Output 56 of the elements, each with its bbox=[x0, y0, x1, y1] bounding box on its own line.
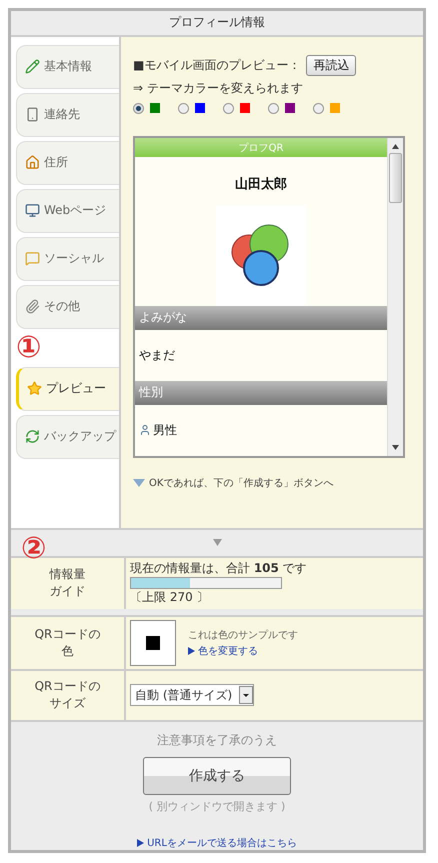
limit-text: 〔上限 270 〕 bbox=[130, 589, 210, 606]
field-label: QRコードの bbox=[34, 626, 100, 643]
triangle-icon bbox=[137, 839, 144, 847]
down-triangle-icon bbox=[133, 478, 145, 487]
sidebar-tab[interactable]: 基本情報 bbox=[16, 44, 119, 89]
sidebar-tab[interactable]: ソーシャル bbox=[16, 236, 119, 281]
sidebar-tab[interactable]: 連絡先 bbox=[16, 92, 119, 137]
person-icon bbox=[139, 424, 151, 436]
radio-button[interactable] bbox=[268, 102, 279, 114]
preview-heading: ■モバイル画面のプレビュー： bbox=[133, 56, 300, 74]
pencil-icon bbox=[25, 59, 40, 74]
preview-header: プロフQR bbox=[135, 138, 387, 158]
sidebar-tab[interactable]: その他 bbox=[16, 284, 119, 329]
monitor-icon bbox=[25, 203, 40, 218]
footer-note: OKであれば、下の「作成する」ボタンへ bbox=[149, 476, 334, 490]
field-label: 色 bbox=[62, 642, 74, 660]
radio-button[interactable] bbox=[178, 102, 189, 114]
triangle-icon bbox=[188, 646, 195, 655]
size-select[interactable]: 自動 (普通サイズ) bbox=[130, 684, 254, 706]
profile-name: 山田太郎 bbox=[234, 176, 288, 194]
sidebar-tab[interactable]: Webページ bbox=[16, 188, 119, 233]
section-header: 性別 bbox=[135, 380, 387, 405]
radio-button[interactable] bbox=[133, 102, 144, 114]
create-button[interactable]: 作成する bbox=[143, 757, 291, 795]
phone-icon bbox=[25, 107, 40, 122]
notice-text: 注意事項を了承のうえ bbox=[157, 732, 277, 749]
speech-bubble-icon bbox=[25, 251, 40, 266]
field-label: サイズ bbox=[50, 695, 86, 712]
down-arrow-icon bbox=[212, 539, 222, 546]
dropdown-caret-icon bbox=[239, 686, 253, 704]
section-value: やまだ bbox=[139, 346, 175, 364]
house-icon bbox=[25, 155, 40, 170]
window-note: ( 別ウィンドウで開きます ) bbox=[148, 799, 286, 814]
info-amount-text: 現在の情報量は、合計 105 です bbox=[130, 560, 308, 578]
field-label: 情報量 bbox=[50, 566, 86, 584]
annotation-number: ① bbox=[16, 332, 42, 363]
scroll-up-icon[interactable] bbox=[392, 144, 399, 149]
field-label: ガイド bbox=[50, 583, 86, 600]
reload-button[interactable]: 再読込 bbox=[306, 54, 356, 76]
sidebar-tab[interactable]: 住所 bbox=[16, 140, 119, 185]
sample-text: これは色のサンプルです bbox=[188, 628, 298, 642]
annotation-number: ② bbox=[21, 534, 46, 564]
section-header: よみがな bbox=[135, 306, 387, 330]
mail-url-link[interactable]: URLをメールで送る場合はこちら bbox=[147, 836, 297, 850]
change-color-link[interactable]: 色を変更する bbox=[198, 644, 258, 658]
sidebar-tab[interactable]: バックアップ bbox=[16, 414, 119, 459]
theme-hint: ⇒ テーマカラーを変えられます bbox=[133, 80, 304, 97]
scrollbar-thumb[interactable] bbox=[389, 152, 402, 203]
star-icon bbox=[27, 381, 42, 396]
sync-icon bbox=[25, 429, 40, 444]
section-value: 男性 bbox=[153, 422, 177, 439]
radio-button[interactable] bbox=[223, 102, 234, 114]
paperclip-icon bbox=[25, 299, 40, 314]
scroll-down-icon[interactable] bbox=[392, 444, 399, 450]
field-label: QRコードの bbox=[34, 678, 100, 696]
radio-button[interactable] bbox=[313, 102, 324, 114]
